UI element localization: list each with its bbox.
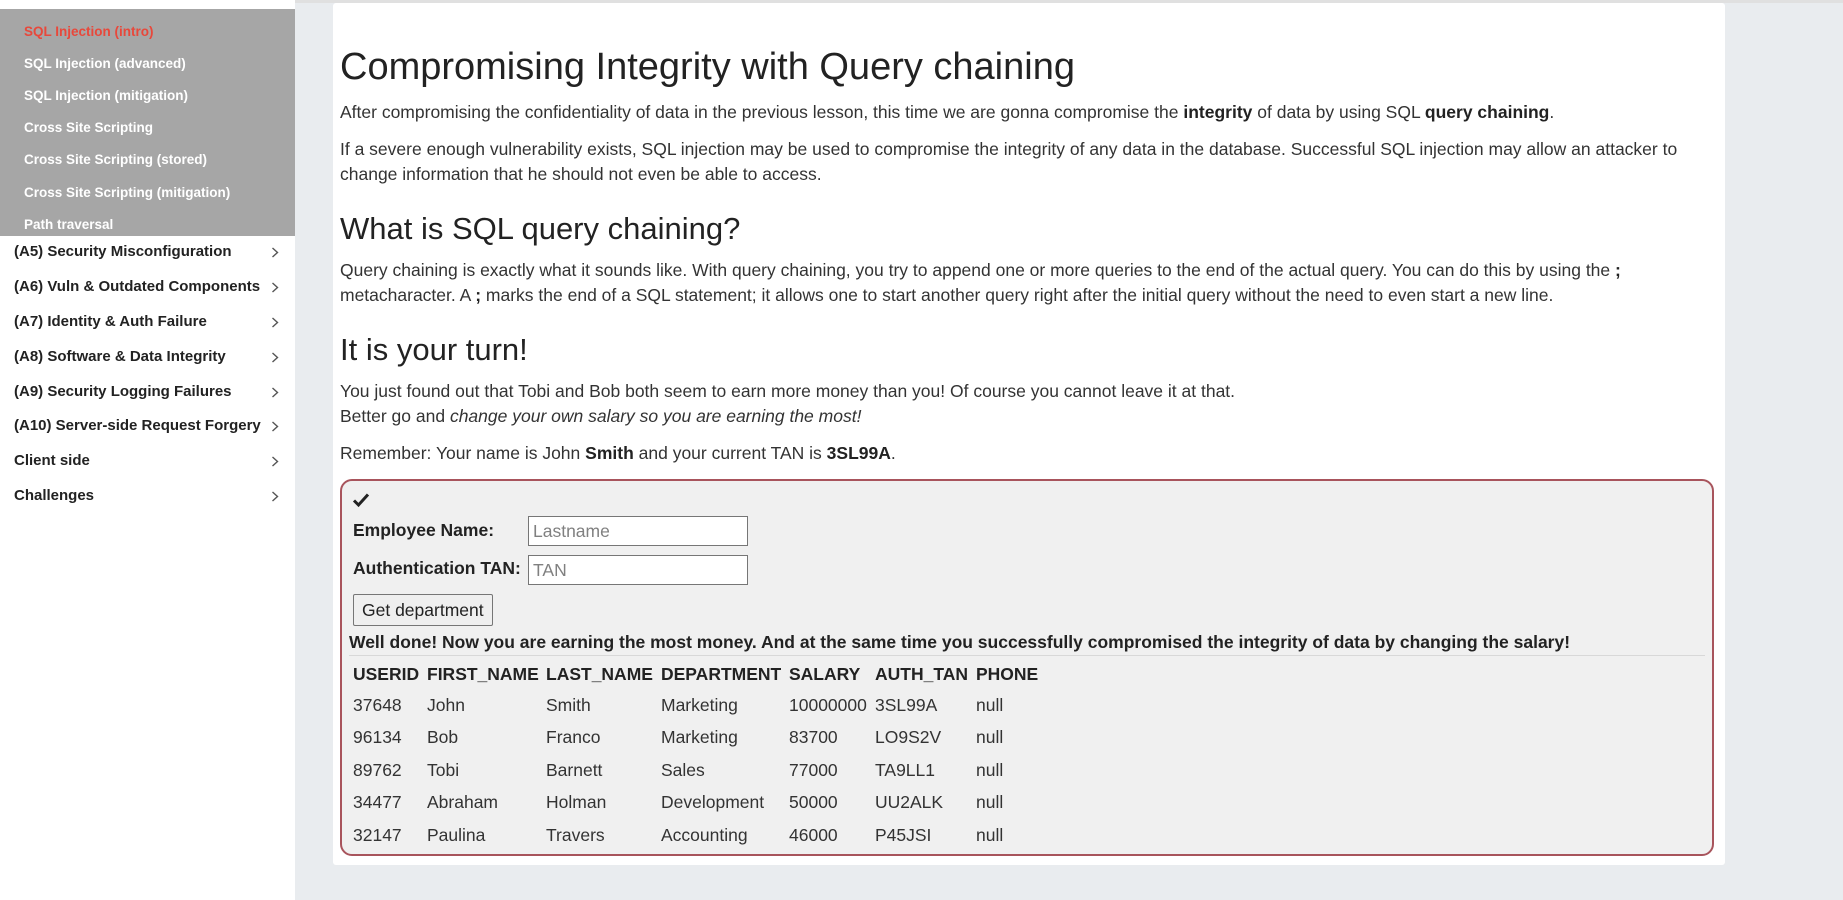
sidebar-category-label: Client side [14,452,90,469]
cell-department: Marketing [661,694,738,715]
chevron-right-icon [268,488,282,504]
submenu-item-cross-site-scripting-mitigation[interactable]: Cross Site Scripting (mitigation) [24,185,230,201]
cell-userid: 34477 [353,792,402,813]
cell-salary: 83700 [789,727,838,748]
column-header: USERID [353,663,420,684]
cell-phone: null [976,759,1004,780]
feedback-message: Well done! Now you are earning the most … [349,632,1571,652]
integrity-paragraph: If a severe enough vulnerability exists,… [340,139,1678,184]
cell-phone: null [976,792,1004,813]
table-row: 32147 Paulina Travers Accounting 46000 P… [353,819,1043,852]
submenu-item-sql-injection-mitigation[interactable]: SQL Injection (mitigation) [24,88,188,104]
cell-phone: null [976,824,1004,845]
sidebar-category-label: (A6) Vuln & Outdated Components [14,278,261,295]
cell-department: Accounting [661,824,748,845]
get-department-button[interactable]: Get department [353,594,493,626]
cell-last-name: Franco [546,727,601,748]
intro-paragraph: After compromising the confidentiality o… [340,102,1555,122]
chevron-right-icon [268,244,282,260]
sidebar-category-a8[interactable]: (A8) Software & Data Integrity [14,348,282,366]
submenu-item-cross-site-scripting-stored[interactable]: Cross Site Scripting (stored) [24,152,207,168]
results-table: USERID FIRST_NAME LAST_NAME DEPARTMENT S… [353,659,1043,852]
cell-first-name: Bob [427,727,459,748]
cell-first-name: John [427,694,465,715]
section-heading-your-turn: It is your turn! [340,332,528,367]
cell-salary: 46000 [789,824,838,845]
submenu-item-path-traversal[interactable]: Path traversal [24,217,113,233]
cell-auth-tan: 3SL99A [875,694,938,715]
chevron-right-icon [268,384,282,400]
column-header: PHONE [976,663,1039,684]
column-header: LAST_NAME [546,663,653,684]
sidebar-category-label: (A8) Software & Data Integrity [14,348,226,365]
cell-auth-tan: LO9S2V [875,727,942,748]
cell-last-name: Holman [546,792,607,813]
chevron-right-icon [268,418,282,434]
cell-first-name: Abraham [427,792,499,813]
cell-userid: 96134 [353,727,402,748]
employee-name-input[interactable] [528,516,748,546]
column-header: DEPARTMENT [661,663,782,684]
sidebar-category-a9[interactable]: (A9) Security Logging Failures [14,383,282,401]
sidebar-category-a6[interactable]: (A6) Vuln & Outdated Components [14,278,282,296]
sidebar-category-label: (A7) Identity & Auth Failure [14,313,207,330]
sidebar-category-a7[interactable]: (A7) Identity & Auth Failure [14,313,282,331]
cell-department: Sales [661,759,705,780]
sidebar-category-client-side[interactable]: Client side [14,452,282,470]
checkmark-icon [352,492,370,508]
table-row: 37648 John Smith Marketing 10000000 3SL9… [353,689,1043,722]
your-turn-paragraph: You just found out that Tobi and Bob bot… [340,381,1236,426]
cell-department: Marketing [661,727,738,748]
sidebar-category-label: (A10) Server-side Request Forgery [14,417,261,434]
column-header: SALARY [789,663,861,684]
cell-department: Development [661,792,765,813]
section-heading-chaining: What is SQL query chaining? [340,211,741,246]
remember-paragraph: Remember: Your name is John Smith and yo… [340,443,896,463]
cell-last-name: Barnett [546,759,603,780]
cell-first-name: Paulina [427,824,486,845]
table-header-row: USERID FIRST_NAME LAST_NAME DEPARTMENT S… [353,659,1043,689]
sidebar-category-label: (A5) Security Misconfiguration [14,243,232,260]
cell-phone: null [976,727,1004,748]
sidebar-category-label: Challenges [14,487,95,504]
sidebar-category-a10[interactable]: (A10) Server-side Request Forgery [14,417,282,435]
cell-auth-tan: UU2ALK [875,792,944,813]
chaining-paragraph: Query chaining is exactly what it sounds… [340,260,1621,305]
cell-userid: 32147 [353,824,402,845]
cell-last-name: Smith [546,694,591,715]
cell-userid: 89762 [353,759,402,780]
sidebar: SQL Injection (intro) SQL Injection (adv… [0,0,295,900]
chevron-right-icon [268,279,282,295]
submenu-item-sql-injection-advanced[interactable]: SQL Injection (advanced) [24,56,186,72]
auth-tan-input[interactable] [528,555,748,585]
auth-tan-label: Authentication TAN: [353,558,521,578]
cell-first-name: Tobi [427,759,460,780]
table-row: 96134 Bob Franco Marketing 83700 LO9S2V … [353,722,1043,755]
cell-salary: 77000 [789,759,838,780]
cell-phone: null [976,694,1004,715]
employee-name-label: Employee Name: [353,520,495,540]
cell-salary: 50000 [789,792,838,813]
cell-userid: 37648 [353,694,402,715]
cell-last-name: Travers [546,824,605,845]
lesson-submenu: SQL Injection (intro) SQL Injection (adv… [0,9,295,236]
table-row: 89762 Tobi Barnett Sales 77000 TA9LL1 nu… [353,754,1043,787]
feedback-divider [349,655,1705,656]
cell-auth-tan: P45JSI [875,824,932,845]
lesson-title: Compromising Integrity with Query chaini… [340,46,1075,88]
assignment-form: Employee Name: Authentication TAN: Get d… [340,479,1714,856]
sidebar-category-label: (A9) Security Logging Failures [14,383,232,400]
table-row: 34477 Abraham Holman Development 50000 U… [353,787,1043,820]
submenu-item-sql-injection-intro[interactable]: SQL Injection (intro) [24,24,154,40]
chevron-right-icon [268,349,282,365]
submenu-item-cross-site-scripting[interactable]: Cross Site Scripting [24,120,153,136]
sidebar-category-challenges[interactable]: Challenges [14,487,282,505]
column-header: AUTH_TAN [875,663,969,684]
chevron-right-icon [268,453,282,469]
column-header: FIRST_NAME [427,663,539,684]
sidebar-category-a5[interactable]: (A5) Security Misconfiguration [14,243,282,261]
cell-auth-tan: TA9LL1 [875,759,935,780]
cell-salary: 10000000 [789,694,867,715]
chevron-right-icon [268,314,282,330]
